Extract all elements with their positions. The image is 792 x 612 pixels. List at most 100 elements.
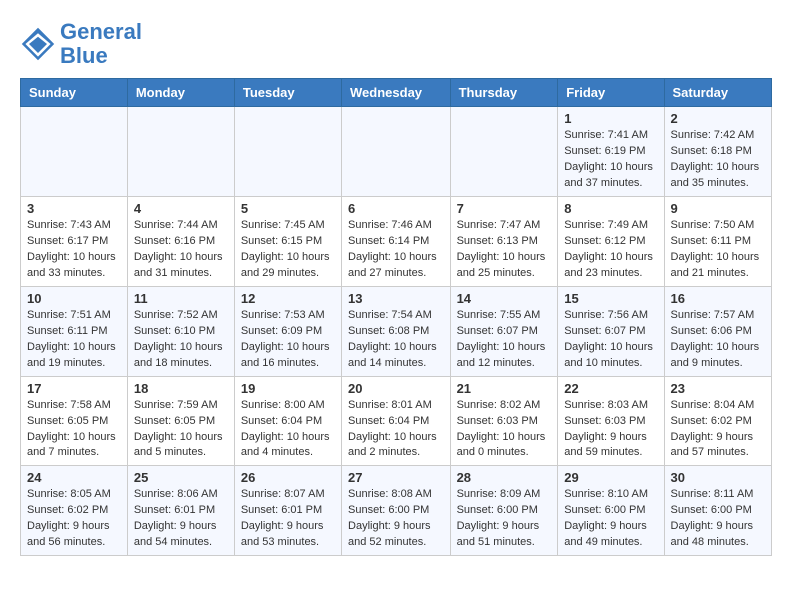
day-info: Sunrise: 8:03 AM Sunset: 6:03 PM Dayligh… [564,398,657,462]
calendar-cell: 14 Sunrise: 7:55 AM Sunset: 6:07 PM Dayli… [450,286,558,376]
day-info: Sunrise: 8:10 AM Sunset: 6:00 PM Dayligh… [564,487,657,551]
day-number: 16 [671,291,765,306]
calendar-cell: 19Sunrise: 8:00 AM Sunset: 6:04 PM Dayli… [234,376,341,466]
day-number: 6 [348,201,444,216]
calendar-cell: 2Sunrise: 7:42 AM Sunset: 6:18 PM Daylig… [664,107,771,197]
calendar-cell: 30 Sunrise: 8:11 AM Sunset: 6:00 PM Dayli… [664,466,771,556]
calendar-cell: 11 Sunrise: 7:52 AM Sunset: 6:10 PM Dayli… [127,286,234,376]
day-info: Sunrise: 7:44 AM Sunset: 6:16 PM Dayligh… [134,218,228,282]
calendar-cell [127,107,234,197]
day-info: Sunrise: 7:41 AM Sunset: 6:19 PM Dayligh… [564,128,657,192]
calendar-cell: 6 Sunrise: 7:46 AM Sunset: 6:14 PM Daylig… [342,197,451,287]
calendar-cell: 27 Sunrise: 8:08 AM Sunset: 6:00 PM Dayli… [342,466,451,556]
calendar-row: 17 Sunrise: 7:58 AM Sunset: 6:05 PM Dayli… [21,376,772,466]
day-info: Sunrise: 8:06 AM Sunset: 6:01 PM Dayligh… [134,487,228,551]
day-number: 29 [564,470,657,485]
day-info: Sunrise: 7:49 AM Sunset: 6:12 PM Dayligh… [564,218,657,282]
weekday-header: Thursday [450,79,558,107]
day-number: 3 [27,201,121,216]
calendar-cell: 23 Sunrise: 8:04 AM Sunset: 6:02 PM Dayli… [664,376,771,466]
calendar-cell: 16 Sunrise: 7:57 AM Sunset: 6:06 PM Dayli… [664,286,771,376]
day-info: Sunrise: 7:59 AM Sunset: 6:05 PM Dayligh… [134,398,228,462]
calendar-cell: 5Sunrise: 7:45 AM Sunset: 6:15 PM Daylig… [234,197,341,287]
day-info: Sunrise: 7:46 AM Sunset: 6:14 PM Dayligh… [348,218,444,282]
calendar-cell: 10 Sunrise: 7:51 AM Sunset: 6:11 PM Dayli… [21,286,128,376]
calendar-cell: 7 Sunrise: 7:47 AM Sunset: 6:13 PM Daylig… [450,197,558,287]
day-number: 17 [27,381,121,396]
calendar-cell: 18 Sunrise: 7:59 AM Sunset: 6:05 PM Dayli… [127,376,234,466]
day-number: 10 [27,291,121,306]
day-number: 28 [457,470,552,485]
calendar-cell: 4Sunrise: 7:44 AM Sunset: 6:16 PM Daylig… [127,197,234,287]
day-info: Sunrise: 7:58 AM Sunset: 6:05 PM Dayligh… [27,398,121,462]
day-info: Sunrise: 8:07 AM Sunset: 6:01 PM Dayligh… [241,487,335,551]
calendar-cell: 26Sunrise: 8:07 AM Sunset: 6:01 PM Dayli… [234,466,341,556]
calendar-cell: 12 Sunrise: 7:53 AM Sunset: 6:09 PM Dayli… [234,286,341,376]
day-info: Sunrise: 7:47 AM Sunset: 6:13 PM Dayligh… [457,218,552,282]
day-number: 22 [564,381,657,396]
day-info: Sunrise: 7:55 AM Sunset: 6:07 PM Dayligh… [457,308,552,372]
calendar-cell: 9 Sunrise: 7:50 AM Sunset: 6:11 PM Daylig… [664,197,771,287]
calendar-cell: 17 Sunrise: 7:58 AM Sunset: 6:05 PM Dayli… [21,376,128,466]
day-number: 27 [348,470,444,485]
calendar-cell: 3 Sunrise: 7:43 AM Sunset: 6:17 PM Daylig… [21,197,128,287]
day-info: Sunrise: 8:05 AM Sunset: 6:02 PM Dayligh… [27,487,121,551]
calendar-cell: 13 Sunrise: 7:54 AM Sunset: 6:08 PM Dayli… [342,286,451,376]
day-info: Sunrise: 7:45 AM Sunset: 6:15 PM Dayligh… [241,218,335,282]
logo-text: General Blue [60,20,142,68]
weekday-header: Monday [127,79,234,107]
logo: General Blue [20,20,142,68]
day-number: 21 [457,381,552,396]
day-number: 15 [564,291,657,306]
day-number: 7 [457,201,552,216]
calendar-row: 10 Sunrise: 7:51 AM Sunset: 6:11 PM Dayli… [21,286,772,376]
calendar-table: SundayMondayTuesdayWednesdayThursdayFrid… [20,78,772,556]
day-info: Sunrise: 8:00 AM Sunset: 6:04 PM Dayligh… [241,398,335,462]
calendar-cell [342,107,451,197]
calendar-cell: 20Sunrise: 8:01 AM Sunset: 6:04 PM Dayli… [342,376,451,466]
weekday-header: Friday [558,79,664,107]
day-number: 23 [671,381,765,396]
day-number: 8 [564,201,657,216]
weekday-header: Wednesday [342,79,451,107]
calendar-row: 1 Sunrise: 7:41 AM Sunset: 6:19 PM Daylig… [21,107,772,197]
calendar-cell [234,107,341,197]
day-info: Sunrise: 8:09 AM Sunset: 6:00 PM Dayligh… [457,487,552,551]
calendar-cell: 8 Sunrise: 7:49 AM Sunset: 6:12 PM Daylig… [558,197,664,287]
day-number: 25 [134,470,228,485]
day-info: Sunrise: 7:53 AM Sunset: 6:09 PM Dayligh… [241,308,335,372]
calendar-cell: 25 Sunrise: 8:06 AM Sunset: 6:01 PM Dayli… [127,466,234,556]
calendar-cell: 22 Sunrise: 8:03 AM Sunset: 6:03 PM Dayli… [558,376,664,466]
day-info: Sunrise: 7:43 AM Sunset: 6:17 PM Dayligh… [27,218,121,282]
day-number: 1 [564,111,657,126]
calendar-header: SundayMondayTuesdayWednesdayThursdayFrid… [21,79,772,107]
calendar-cell [21,107,128,197]
day-info: Sunrise: 8:11 AM Sunset: 6:00 PM Dayligh… [671,487,765,551]
calendar-cell: 1 Sunrise: 7:41 AM Sunset: 6:19 PM Daylig… [558,107,664,197]
calendar-cell: 28 Sunrise: 8:09 AM Sunset: 6:00 PM Dayli… [450,466,558,556]
calendar-cell [450,107,558,197]
calendar-cell: 29 Sunrise: 8:10 AM Sunset: 6:00 PM Dayli… [558,466,664,556]
day-number: 20 [348,381,444,396]
day-info: Sunrise: 8:04 AM Sunset: 6:02 PM Dayligh… [671,398,765,462]
day-number: 14 [457,291,552,306]
day-info: Sunrise: 7:50 AM Sunset: 6:11 PM Dayligh… [671,218,765,282]
day-info: Sunrise: 7:57 AM Sunset: 6:06 PM Dayligh… [671,308,765,372]
day-info: Sunrise: 8:02 AM Sunset: 6:03 PM Dayligh… [457,398,552,462]
calendar-cell: 15Sunrise: 7:56 AM Sunset: 6:07 PM Dayli… [558,286,664,376]
logo-icon [20,26,56,62]
weekday-header: Saturday [664,79,771,107]
day-info: Sunrise: 7:51 AM Sunset: 6:11 PM Dayligh… [27,308,121,372]
day-number: 11 [134,291,228,306]
day-number: 9 [671,201,765,216]
day-info: Sunrise: 7:54 AM Sunset: 6:08 PM Dayligh… [348,308,444,372]
day-number: 13 [348,291,444,306]
page-header: General Blue [20,20,772,68]
calendar-cell: 21 Sunrise: 8:02 AM Sunset: 6:03 PM Dayli… [450,376,558,466]
day-number: 30 [671,470,765,485]
day-info: Sunrise: 7:52 AM Sunset: 6:10 PM Dayligh… [134,308,228,372]
day-number: 12 [241,291,335,306]
day-number: 18 [134,381,228,396]
day-info: Sunrise: 8:08 AM Sunset: 6:00 PM Dayligh… [348,487,444,551]
day-number: 2 [671,111,765,126]
